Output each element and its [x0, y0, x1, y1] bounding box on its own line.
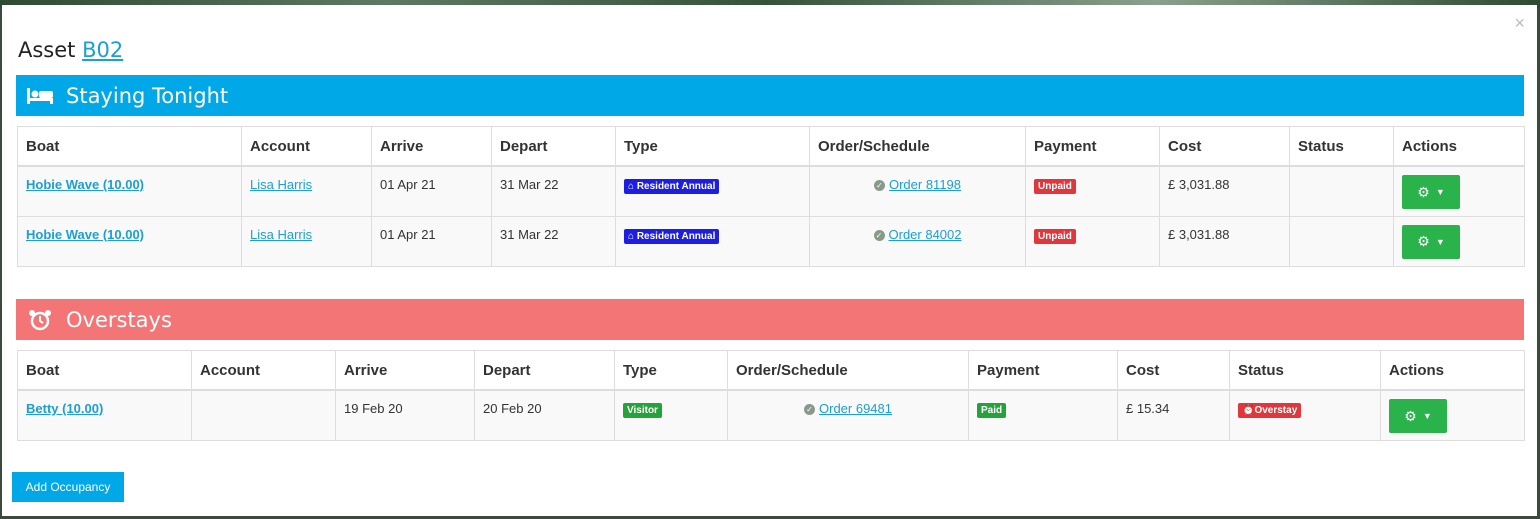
column-header: Depart	[491, 126, 616, 167]
home-icon: ⌂	[628, 230, 635, 242]
bed-icon	[26, 84, 54, 108]
column-header: Type	[614, 350, 728, 391]
overstays-header: Overstays	[16, 299, 1524, 340]
asset-modal: × Asset B02 Staying Tonight Boat Account…	[2, 5, 1537, 516]
staying-tonight-table: Boat Account Arrive Depart Type Order/Sc…	[17, 126, 1525, 267]
alarm-clock-icon: ⏰	[1242, 405, 1255, 416]
account-cell	[191, 389, 336, 441]
boat-link[interactable]: Hobie Wave (10.00)	[26, 227, 144, 242]
asset-code-link[interactable]: B02	[82, 38, 123, 62]
check-circle-icon: ✓	[804, 404, 815, 416]
overstays-heading: Overstays	[66, 307, 172, 332]
close-icon[interactable]: ×	[1514, 13, 1525, 34]
payment-badge: Paid	[977, 403, 1007, 418]
column-header: Cost	[1117, 350, 1230, 391]
column-header: Order/Schedule	[809, 126, 1026, 167]
check-circle-icon: ✓	[873, 229, 885, 241]
column-header: Order/Schedule	[727, 350, 969, 391]
home-icon: ⌂	[628, 181, 635, 192]
boat-link[interactable]: Hobie Wave (10.00)	[26, 177, 144, 192]
table-header-row: Boat Account Arrive Depart Type Order/Sc…	[17, 126, 1525, 167]
column-header: Status	[1289, 126, 1394, 167]
type-label: Resident Annual	[636, 230, 716, 242]
gears-icon: ⚙	[1417, 233, 1430, 249]
caret-down-icon: ▼	[1435, 187, 1445, 197]
actions-button[interactable]: ⚙ ▼	[1389, 399, 1447, 433]
depart-date: 20 Feb 20	[474, 389, 615, 441]
alarm-clock-icon	[26, 308, 54, 332]
table-row: Hobie Wave (10.00) Lisa Harris 01 Apr 21…	[17, 165, 1525, 217]
actions-button[interactable]: ⚙ ▼	[1402, 175, 1460, 209]
type-badge: Visitor	[623, 403, 662, 418]
gears-icon: ⚙	[1404, 407, 1417, 424]
cost-value: £ 3,031.88	[1159, 165, 1290, 217]
column-header: Account	[191, 350, 336, 391]
add-occupancy-button[interactable]: Add Occupancy	[12, 472, 124, 502]
staying-tonight-header: Staying Tonight	[16, 75, 1524, 116]
table-row: Betty (10.00) 19 Feb 20 20 Feb 20 Visito…	[17, 389, 1525, 441]
column-header: Arrive	[335, 350, 475, 391]
order-link[interactable]: Order 81198	[889, 177, 961, 192]
type-label: Resident Annual	[636, 181, 716, 192]
table-header-row: Boat Account Arrive Depart Type Order/Sc…	[17, 350, 1525, 391]
column-header: Arrive	[371, 126, 492, 167]
arrive-date: 01 Apr 21	[371, 215, 492, 267]
actions-button[interactable]: ⚙ ▼	[1402, 224, 1460, 259]
status-label: Overstay	[1254, 405, 1298, 416]
page-title: Asset B02	[18, 38, 123, 62]
type-badge: ⌂ Resident Annual	[624, 228, 720, 244]
account-link[interactable]: Lisa Harris	[250, 227, 312, 242]
status-badge: ⏰Overstay	[1238, 403, 1302, 418]
column-header: Actions	[1380, 350, 1525, 391]
overstays-table: Boat Account Arrive Depart Type Order/Sc…	[17, 350, 1525, 441]
asset-title-prefix: Asset	[18, 38, 76, 62]
staying-tonight-heading: Staying Tonight	[66, 83, 229, 108]
cost-value: £ 15.34	[1117, 389, 1230, 441]
table-row: Hobie Wave (10.00) Lisa Harris 01 Apr 21…	[17, 215, 1525, 267]
arrive-date: 01 Apr 21	[371, 165, 492, 217]
column-header: Boat	[17, 350, 192, 391]
column-header: Status	[1229, 350, 1381, 391]
column-header: Payment	[968, 350, 1118, 391]
column-header: Account	[241, 126, 372, 167]
column-header: Type	[615, 126, 810, 167]
order-link[interactable]: Order 69481	[819, 401, 892, 416]
account-link[interactable]: Lisa Harris	[250, 177, 312, 192]
caret-down-icon: ▼	[1435, 236, 1445, 247]
payment-badge: Unpaid	[1034, 228, 1076, 244]
column-header: Boat	[17, 126, 242, 167]
check-circle-icon: ✓	[873, 180, 885, 192]
payment-badge: Unpaid	[1034, 179, 1076, 194]
order-link[interactable]: Order 84002	[889, 227, 962, 242]
depart-date: 31 Mar 22	[491, 215, 616, 267]
status-cell	[1289, 165, 1394, 217]
cost-value: £ 3,031.88	[1159, 215, 1290, 267]
depart-date: 31 Mar 22	[491, 165, 616, 217]
column-header: Depart	[474, 350, 615, 391]
arrive-date: 19 Feb 20	[335, 389, 475, 441]
boat-link[interactable]: Betty (10.00)	[26, 401, 103, 416]
column-header: Actions	[1393, 126, 1525, 167]
caret-down-icon: ▼	[1422, 411, 1432, 421]
status-cell	[1289, 215, 1394, 267]
column-header: Payment	[1025, 126, 1160, 167]
gears-icon: ⚙	[1417, 183, 1430, 200]
type-badge: ⌂ Resident Annual	[624, 179, 720, 194]
column-header: Cost	[1159, 126, 1290, 167]
